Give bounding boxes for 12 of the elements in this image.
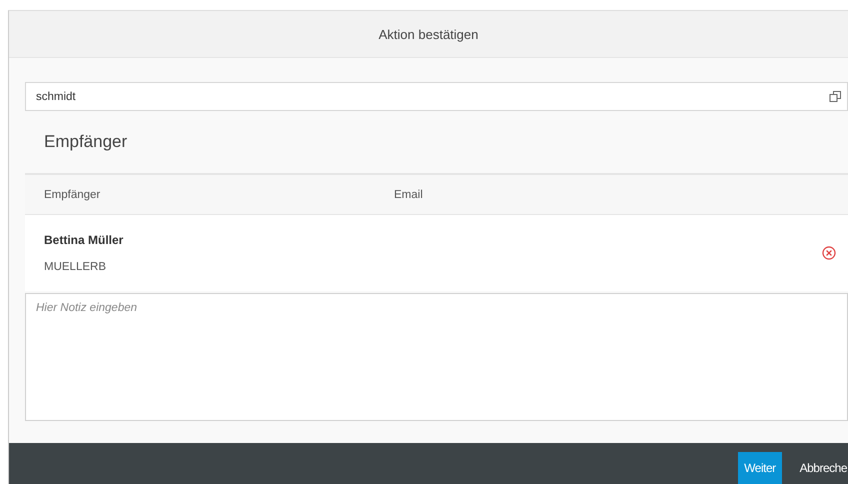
search-field[interactable]: schmidt	[25, 82, 848, 111]
note-field[interactable]: Hier Notiz eingeben	[25, 293, 848, 421]
copy-icon[interactable]	[829, 90, 842, 103]
section-title: Empfänger	[43, 131, 128, 153]
remove-icon[interactable]	[822, 246, 836, 260]
recipient-name: Bettina Müller	[44, 233, 124, 247]
column-header: Email	[393, 188, 424, 200]
recipient-id: MUELLERB	[44, 261, 107, 273]
dialog-title: Aktion bestätigen	[378, 26, 478, 42]
column-header: Empfänger	[43, 188, 102, 200]
table-row[interactable]: Bettina Müller MUELLERB	[25, 215, 848, 291]
cancel-button[interactable]: Abbreche	[790, 452, 848, 484]
